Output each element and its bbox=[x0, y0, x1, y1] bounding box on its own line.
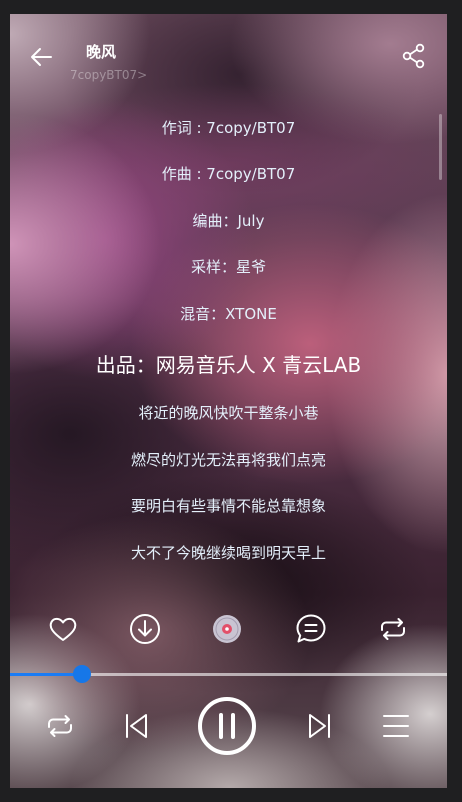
progress-bar[interactable] bbox=[10, 665, 447, 683]
loop-mode-button[interactable] bbox=[43, 709, 77, 743]
sound-effect-button[interactable] bbox=[210, 612, 244, 646]
previous-icon bbox=[126, 714, 147, 738]
chevron-right-icon: > bbox=[137, 68, 148, 82]
share-button[interactable] bbox=[402, 43, 426, 69]
comment-icon bbox=[296, 614, 326, 643]
progress-thumb[interactable] bbox=[73, 665, 92, 683]
play-pause-button[interactable] bbox=[197, 696, 257, 756]
song-title: 晚风 bbox=[86, 43, 117, 61]
next-button[interactable] bbox=[306, 709, 334, 743]
lyric-line: 燃尽的灯光无法再将我们点亮 bbox=[130, 451, 326, 469]
lyric-line: 采样：星爷 bbox=[190, 258, 266, 276]
artist-link[interactable]: 7copyBT07> bbox=[70, 68, 147, 82]
lyric-line: 作曲 : 7copy/BT07 bbox=[161, 165, 296, 183]
previous-button[interactable] bbox=[122, 709, 150, 743]
share-icon bbox=[402, 43, 425, 69]
heart-icon bbox=[49, 617, 77, 641]
lyric-line: 作词 : 7copy/BT07 bbox=[161, 119, 296, 137]
header: 晚风 7copyBT07> bbox=[10, 14, 447, 84]
lyric-line: 将近的晚风快吹干整条小巷 bbox=[138, 404, 319, 422]
pause-icon bbox=[198, 697, 256, 755]
download-button[interactable] bbox=[128, 612, 162, 646]
lyric-line: 混音：XTONE bbox=[180, 305, 277, 323]
like-button[interactable] bbox=[46, 612, 80, 646]
song-action-bar bbox=[10, 612, 447, 650]
lyric-line: 编曲：July bbox=[192, 212, 265, 230]
player-screen: 晚风 7copyBT07> 作词 : 7copy/BT07 作曲 : 7copy… bbox=[10, 14, 447, 788]
repeat-button[interactable] bbox=[376, 612, 410, 646]
comment-button[interactable] bbox=[294, 612, 328, 646]
sound-effect-icon bbox=[213, 615, 241, 643]
lyric-line: 要明白有些事情不能总靠想象 bbox=[130, 497, 326, 515]
lyric-line: 大不了今晚继续喝到明天早上 bbox=[130, 544, 326, 562]
artist-name: 7copyBT07 bbox=[70, 68, 138, 82]
repeat-icon bbox=[381, 618, 405, 640]
back-button[interactable] bbox=[28, 44, 54, 70]
loop-mode-icon bbox=[48, 715, 72, 737]
current-lyric-line: 出品：网易音乐人 X 青云LAB bbox=[95, 353, 362, 377]
next-icon bbox=[309, 714, 330, 738]
progress-fill bbox=[10, 673, 83, 676]
playlist-icon bbox=[383, 715, 409, 737]
playback-controls bbox=[10, 694, 447, 758]
download-icon bbox=[130, 614, 160, 644]
playlist-button[interactable] bbox=[382, 709, 410, 743]
arrow-left-icon bbox=[31, 48, 52, 66]
